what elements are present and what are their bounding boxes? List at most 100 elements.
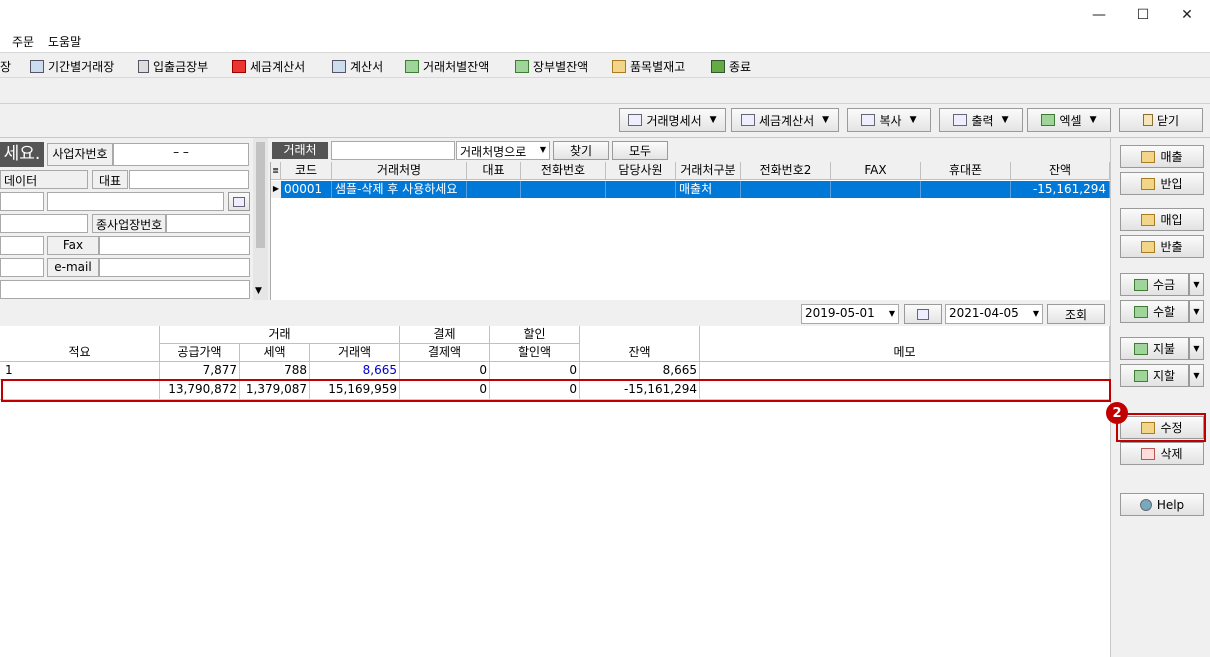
- sale-button[interactable]: 매출: [1120, 145, 1204, 168]
- purchase-button[interactable]: 매입: [1120, 208, 1204, 231]
- statement-button[interactable]: 거래명세서 ▼: [619, 108, 726, 132]
- address-search-button[interactable]: [228, 192, 250, 211]
- cell-type[interactable]: 매출처: [676, 181, 741, 198]
- toolbar-item-stock[interactable]: 품목별재고: [612, 58, 685, 75]
- address-field[interactable]: [47, 192, 224, 211]
- search-mode-select[interactable]: 거래처명으로 ▼: [456, 141, 550, 160]
- scroll-down-icon[interactable]: ▼: [255, 286, 262, 296]
- rep-field[interactable]: [129, 170, 249, 189]
- sale-icon: [1141, 150, 1156, 163]
- cell-balance[interactable]: -15,161,294: [1011, 181, 1110, 198]
- sub-biz-field[interactable]: [166, 214, 250, 233]
- col-tax[interactable]: 세액: [240, 344, 310, 362]
- biz-no-label: 사업자번호: [47, 143, 113, 166]
- payment-dropdown[interactable]: ▼: [1189, 337, 1204, 360]
- scroll-thumb[interactable]: [256, 142, 265, 248]
- help-icon: [1139, 498, 1152, 511]
- excel-button[interactable]: 엑셀 ▼: [1027, 108, 1111, 132]
- toolbar-period-ledger[interactable]: 기간별거래장: [30, 58, 114, 75]
- sale-return-button[interactable]: 반입: [1120, 172, 1204, 195]
- toolbar-exit[interactable]: 종료: [711, 58, 751, 75]
- mobile-field[interactable]: [0, 258, 44, 277]
- biz-no-field[interactable]: – –: [113, 143, 249, 166]
- col-balance2[interactable]: 잔액: [580, 326, 700, 362]
- receipt-discount-button[interactable]: 수할: [1120, 300, 1189, 323]
- calendar-button[interactable]: [904, 304, 942, 324]
- left-scrollbar[interactable]: ▼: [253, 138, 268, 300]
- maximize-button[interactable]: ☐: [1120, 0, 1166, 30]
- payment-button[interactable]: 지불: [1120, 337, 1189, 360]
- delete-button[interactable]: 삭제: [1120, 442, 1204, 465]
- email-field[interactable]: [99, 258, 250, 277]
- col-mobile[interactable]: 휴대폰: [921, 162, 1011, 180]
- zip-field[interactable]: [0, 192, 44, 211]
- col-phone2[interactable]: 전화번호2: [741, 162, 831, 180]
- client-grid: ≣ 코드 거래처명 대표 전화번호 담당사원 거래처구분 전화번호2 FAX 휴…: [270, 162, 1110, 300]
- cell-phone[interactable]: [521, 181, 606, 198]
- menu-help[interactable]: 도움말: [48, 33, 81, 50]
- col-memo[interactable]: 메모: [700, 326, 1110, 362]
- col-type[interactable]: 거래처구분: [676, 162, 741, 180]
- purchase-return-button[interactable]: 반출: [1120, 235, 1204, 258]
- col-phone[interactable]: 전화번호: [521, 162, 606, 180]
- tax-invoice-button[interactable]: 세금계산서 ▼: [731, 108, 839, 132]
- menu-order[interactable]: 주문: [12, 33, 34, 50]
- close-window-button[interactable]: ✕: [1164, 0, 1210, 30]
- search-input[interactable]: [331, 141, 455, 160]
- toolbar-client-balance[interactable]: 거래처별잔액: [405, 58, 489, 75]
- toolbar-cashbook[interactable]: 입출금장부: [138, 58, 208, 75]
- toolbar-book-balance[interactable]: 장부별잔액: [515, 58, 588, 75]
- toolbar-ledger[interactable]: 장: [0, 58, 11, 75]
- cell-client-name[interactable]: 샘플-삭제 후 사용하세요: [332, 181, 467, 198]
- row1-summary[interactable]: 1: [0, 362, 160, 380]
- minimize-button[interactable]: —: [1076, 0, 1122, 30]
- copy-button[interactable]: 복사 ▼: [847, 108, 931, 132]
- toolbar-tax-invoice[interactable]: 세금계산서: [232, 58, 305, 75]
- col-balance[interactable]: 잔액: [1011, 162, 1110, 180]
- all-button[interactable]: 모두: [612, 141, 668, 160]
- receipt-button[interactable]: 수금: [1120, 273, 1189, 296]
- close-button[interactable]: 닫기: [1119, 108, 1203, 132]
- row1-discount[interactable]: 0: [490, 362, 580, 380]
- col-supply[interactable]: 공급가액: [160, 344, 240, 362]
- print-button[interactable]: 출력 ▼: [939, 108, 1023, 132]
- row1-paid[interactable]: 0: [400, 362, 490, 380]
- col-discount[interactable]: 할인액: [490, 344, 580, 362]
- address-detail-field[interactable]: [0, 214, 88, 233]
- money-icon: [515, 60, 529, 73]
- cell-rep[interactable]: [467, 181, 521, 198]
- row1-trade-amount[interactable]: 8,665: [310, 362, 400, 380]
- query-button[interactable]: 조회: [1047, 304, 1105, 324]
- toolbar-invoice[interactable]: 계산서: [332, 58, 383, 75]
- receipt-discount-dropdown[interactable]: ▼: [1189, 300, 1204, 323]
- find-button[interactable]: 찾기: [553, 141, 609, 160]
- col-client-name[interactable]: 거래처명: [332, 162, 467, 180]
- row1-supply[interactable]: 7,877: [160, 362, 240, 380]
- invoice-icon: [332, 60, 346, 73]
- payment-discount-dropdown[interactable]: ▼: [1189, 364, 1204, 387]
- col-staff[interactable]: 담당사원: [606, 162, 676, 180]
- fax-field[interactable]: [99, 236, 250, 255]
- col-summary[interactable]: 적요: [0, 326, 160, 362]
- row1-memo[interactable]: [700, 362, 1110, 380]
- cell-fax[interactable]: [831, 181, 921, 198]
- cell-mobile[interactable]: [921, 181, 1011, 198]
- payment-discount-button[interactable]: 지할: [1120, 364, 1189, 387]
- receipt-dropdown[interactable]: ▼: [1189, 273, 1204, 296]
- date-to-select[interactable]: 2021-04-05 ▼: [945, 304, 1043, 324]
- date-from-select[interactable]: 2019-05-01 ▼: [801, 304, 899, 324]
- row1-tax[interactable]: 788: [240, 362, 310, 380]
- col-rep[interactable]: 대표: [467, 162, 521, 180]
- help-button[interactable]: Help: [1120, 493, 1204, 516]
- col-trade-amount[interactable]: 거래액: [310, 344, 400, 362]
- grid-menu-icon[interactable]: ≣: [271, 162, 281, 180]
- cell-code[interactable]: 00001: [281, 181, 332, 198]
- col-paid[interactable]: 결제액: [400, 344, 490, 362]
- col-code[interactable]: 코드: [281, 162, 332, 180]
- memo-field[interactable]: [0, 280, 250, 299]
- phone-field[interactable]: [0, 236, 44, 255]
- row1-balance[interactable]: 8,665: [580, 362, 700, 380]
- cell-phone2[interactable]: [741, 181, 831, 198]
- cell-staff[interactable]: [606, 181, 676, 198]
- col-fax[interactable]: FAX: [831, 162, 921, 180]
